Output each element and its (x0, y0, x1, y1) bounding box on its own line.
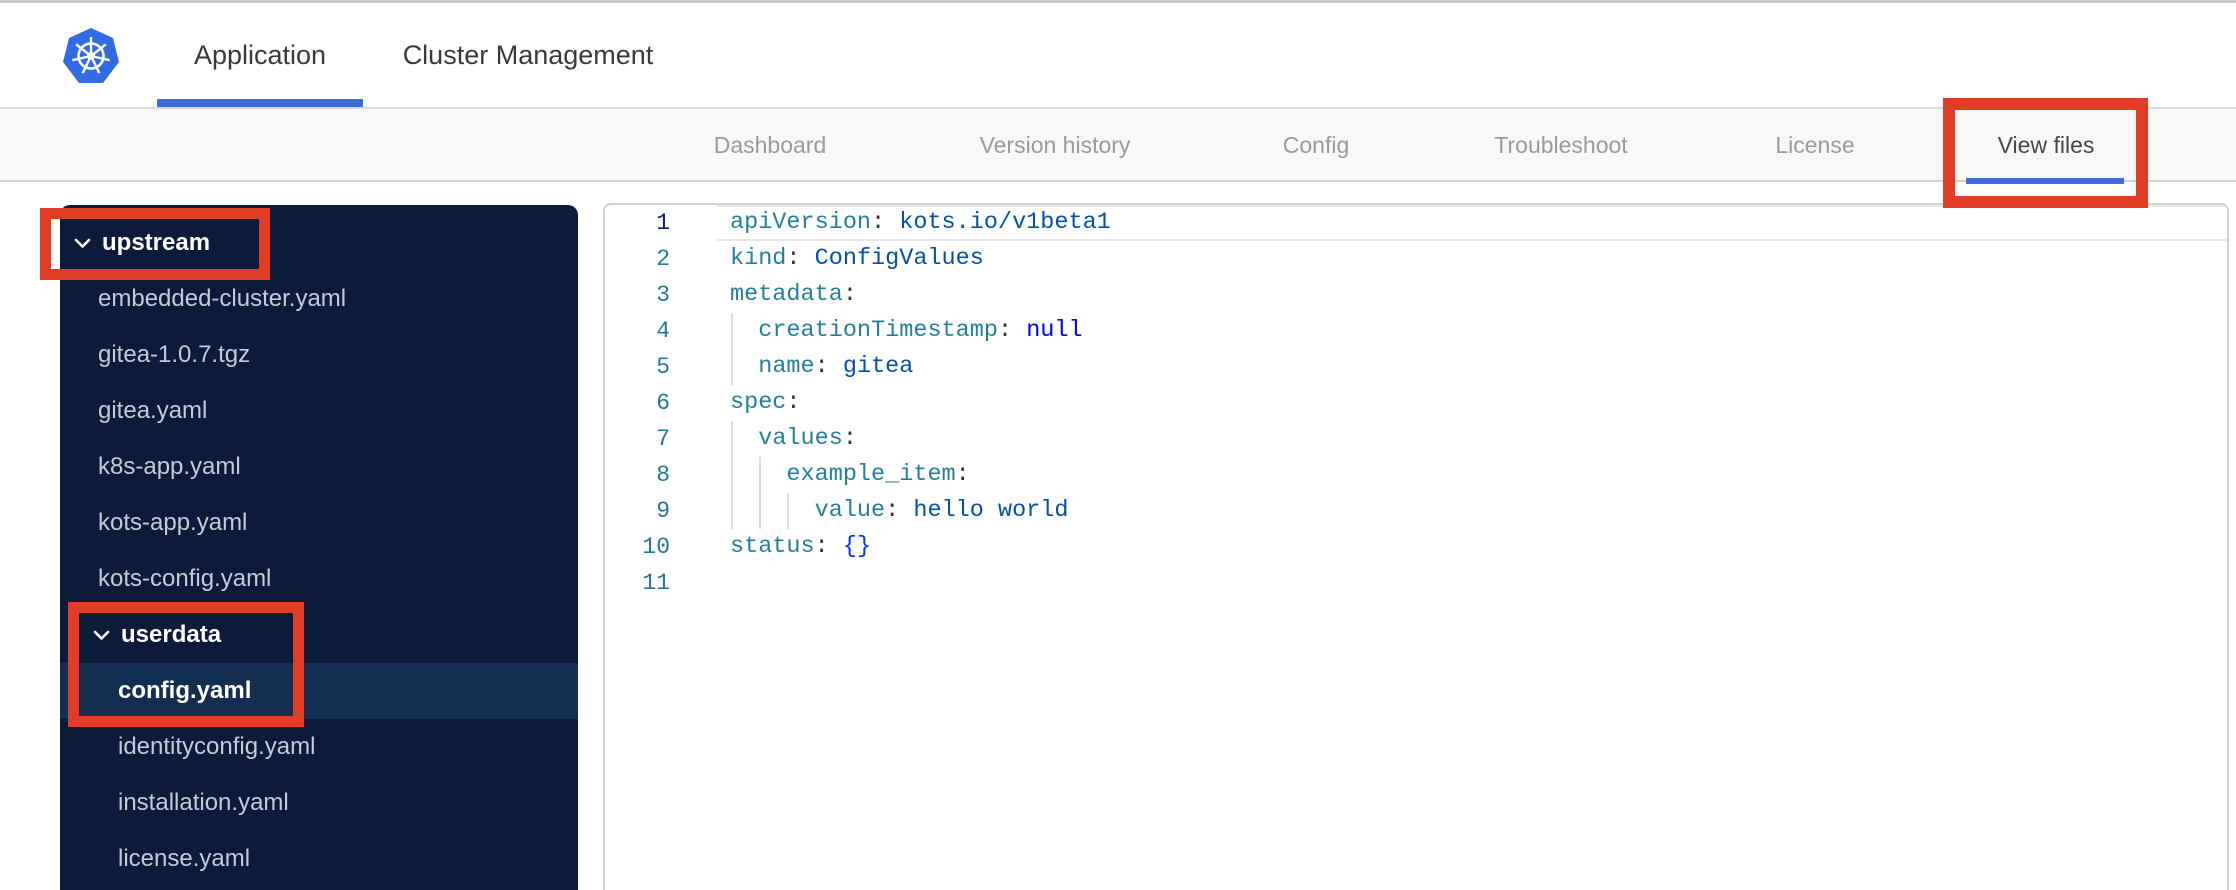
kots-admin-console: Application Cluster Management Dashboard… (0, 0, 2236, 890)
kubernetes-logo-icon[interactable] (62, 27, 120, 87)
tree-file[interactable]: embedded-cluster.yaml (60, 271, 578, 327)
tree-file[interactable]: license.yaml (60, 831, 578, 887)
code-line: 1 apiVersion: kots.io/v1beta1 (605, 205, 2227, 241)
code-text: values: (730, 421, 2227, 457)
tree-folder-userdata[interactable]: userdata (60, 607, 578, 663)
tree-file-label: config.yaml (118, 677, 252, 704)
active-tab-underline (157, 99, 363, 107)
active-subtab-underline (1966, 178, 2124, 184)
code-line: 10 status: {} (605, 529, 2227, 565)
yaml-file-viewer[interactable]: 1 apiVersion: kots.io/v1beta1 2 kind: Conf… (603, 203, 2229, 890)
tree-file[interactable]: gitea.yaml (60, 383, 578, 439)
tree-file[interactable]: installation.yaml (60, 775, 578, 831)
chevron-down-icon (74, 238, 91, 249)
code-text: spec: (730, 389, 801, 416)
indent-guide (731, 493, 733, 529)
line-number: 4 (656, 318, 670, 344)
chevron-down-icon (93, 630, 110, 641)
code-line: 3 metadata: (605, 277, 2227, 313)
tree-folder-label: upstream (102, 229, 211, 256)
tree-folder-upstream[interactable]: upstream (60, 215, 578, 271)
line-number: 3 (656, 282, 670, 308)
tree-folder-label: userdata (121, 621, 222, 648)
code-line: 2 kind: ConfigValues (605, 241, 2227, 277)
code-text: apiVersion: kots.io/v1beta1 (730, 209, 1111, 236)
tab-application[interactable]: Application (157, 3, 363, 107)
tree-file[interactable]: gitea-1.0.7.tgz (60, 327, 578, 383)
code-line: 8 example_item: (605, 457, 2227, 493)
code-text: metadata: (730, 281, 857, 308)
code-line: 5 name: gitea (605, 349, 2227, 385)
tab-config[interactable]: Config (1283, 132, 1349, 159)
tab-cluster-management[interactable]: Cluster Management (380, 3, 676, 107)
top-nav-bar: Application Cluster Management (0, 3, 2236, 107)
code-line: 6 spec: (605, 385, 2227, 421)
code-line: 9 value: hello world (605, 493, 2227, 529)
tree-file-label: k8s-app.yaml (98, 453, 241, 480)
code-text: example_item: (730, 457, 2227, 493)
tree-file-label: identityconfig.yaml (118, 733, 316, 760)
tree-file-label: gitea-1.0.7.tgz (98, 341, 251, 368)
line-number: 10 (642, 534, 670, 560)
tree-file[interactable]: k8s-app.yaml (60, 439, 578, 495)
file-tree-sidebar: upstream embedded-cluster.yaml gitea-1.0… (60, 205, 578, 890)
indent-guide (787, 493, 789, 529)
tab-dashboard[interactable]: Dashboard (714, 132, 827, 159)
tree-file[interactable]: kots-config.yaml (60, 551, 578, 607)
code-line: 7 values: (605, 421, 2227, 457)
code-text: kind: ConfigValues (730, 245, 984, 272)
line-number: 8 (656, 462, 670, 488)
tree-file[interactable]: kots-app.yaml (60, 495, 578, 551)
app-sub-nav: Dashboard Version history Config Trouble… (0, 107, 2236, 184)
indent-guide (759, 457, 761, 493)
tab-license[interactable]: License (1775, 132, 1854, 159)
line-number: 11 (642, 570, 670, 596)
tree-file-label: gitea.yaml (98, 397, 208, 424)
tab-version-history[interactable]: Version history (980, 132, 1131, 159)
tab-view-files[interactable]: View files (1998, 132, 2095, 159)
indent-guide (731, 421, 733, 457)
tree-file-label: kots-app.yaml (98, 509, 248, 536)
tree-file-label: embedded-cluster.yaml (98, 285, 347, 312)
tree-file[interactable]: identityconfig.yaml (60, 719, 578, 775)
tab-troubleshoot[interactable]: Troubleshoot (1494, 132, 1627, 159)
code-text: value: hello world (730, 493, 2227, 529)
indent-guide (759, 493, 761, 529)
tree-file-label: installation.yaml (118, 789, 289, 816)
tree-file-label: kots-config.yaml (98, 565, 272, 592)
line-number: 5 (656, 354, 670, 380)
line-number: 2 (656, 246, 670, 272)
tree-file-selected[interactable]: config.yaml (60, 663, 578, 719)
code-text: status: {} (730, 533, 872, 560)
line-number: 9 (656, 498, 670, 524)
code-line: 11 (605, 565, 2227, 601)
code-line: 4 creationTimestamp: null (605, 313, 2227, 349)
line-number: 6 (656, 390, 670, 416)
indent-guide (731, 313, 733, 349)
indent-guide (731, 349, 733, 385)
code-text: name: gitea (730, 349, 2227, 385)
indent-guide (731, 457, 733, 493)
tree-file-label: license.yaml (118, 845, 251, 872)
code-text: creationTimestamp: null (730, 313, 2227, 349)
line-number: 1 (656, 210, 670, 236)
line-number: 7 (656, 426, 670, 452)
